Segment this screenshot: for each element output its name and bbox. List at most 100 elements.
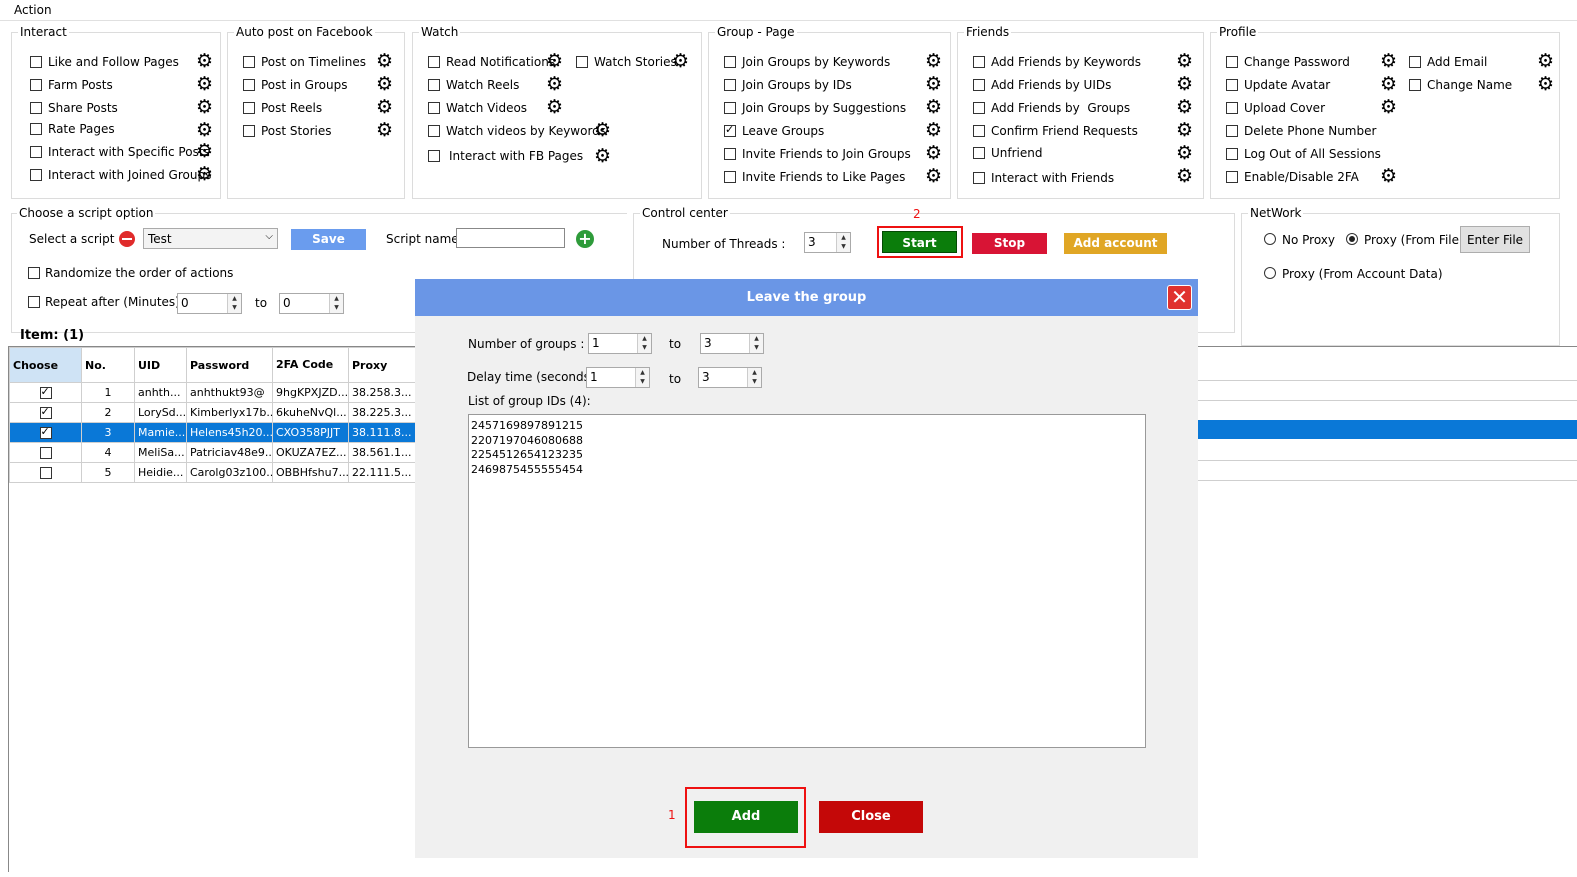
repeat-to-stepper[interactable]: 0 ▲ ▼ — [279, 293, 344, 314]
header-2fa-code[interactable]: 2FA Code — [272, 347, 349, 383]
gear-icon[interactable]: ⚙ — [196, 142, 213, 161]
logout-sessions-checkbox[interactable] — [1226, 148, 1238, 160]
confirm-requests-checkbox[interactable] — [973, 125, 985, 137]
interact-friends-checkbox[interactable] — [973, 172, 985, 184]
groups-from-stepper[interactable]: 1 ▲ ▼ — [588, 333, 652, 354]
gear-icon[interactable]: ⚙ — [376, 121, 393, 140]
interact-specific-posts-checkbox[interactable] — [30, 146, 42, 158]
leave-groups-checkbox[interactable] — [724, 123, 736, 137]
delay-to-stepper[interactable]: 3 ▲ ▼ — [698, 367, 762, 388]
add-button[interactable]: Add — [694, 801, 798, 833]
group-ids-textarea[interactable]: 2457169897891215 2207197046080688 225451… — [468, 414, 1146, 748]
gear-icon[interactable]: ⚙ — [1176, 144, 1193, 163]
add-friends-groups-checkbox[interactable] — [973, 102, 985, 114]
gear-icon[interactable]: ⚙ — [1380, 52, 1397, 71]
interact-joined-groups-checkbox[interactable] — [30, 169, 42, 181]
add-account-button[interactable]: Add account — [1064, 233, 1167, 254]
gear-icon[interactable]: ⚙ — [376, 52, 393, 71]
gear-icon[interactable]: ⚙ — [196, 52, 213, 71]
gear-icon[interactable]: ⚙ — [925, 75, 942, 94]
post-groups-checkbox[interactable] — [243, 79, 255, 91]
join-groups-keywords-checkbox[interactable] — [724, 56, 736, 68]
add-friends-uids-checkbox[interactable] — [973, 79, 985, 91]
gear-icon[interactable]: ⚙ — [1537, 52, 1554, 71]
close-icon[interactable]: ✕ — [1167, 285, 1192, 310]
join-groups-suggestions-checkbox[interactable] — [724, 102, 736, 114]
gear-icon[interactable]: ⚙ — [925, 144, 942, 163]
spin-arrows-icon[interactable]: ▲ ▼ — [747, 368, 761, 387]
gear-icon[interactable]: ⚙ — [925, 98, 942, 117]
gear-icon[interactable]: ⚙ — [1176, 98, 1193, 117]
watch-reels-checkbox[interactable] — [428, 79, 440, 91]
like-follow-pages-checkbox[interactable] — [30, 56, 42, 68]
row-checkbox[interactable] — [39, 447, 52, 459]
unfriend-checkbox[interactable] — [973, 147, 985, 159]
gear-icon[interactable]: ⚙ — [196, 98, 213, 117]
gear-icon[interactable]: ⚙ — [546, 98, 563, 117]
table-row-selected[interactable]: 3 Mamie... Helens45h20... CXO358PJJT 38.… — [9, 422, 416, 443]
row-checkbox[interactable] — [39, 467, 52, 479]
gear-icon[interactable]: ⚙ — [1176, 52, 1193, 71]
header-password[interactable]: Password — [186, 347, 273, 383]
gear-icon[interactable]: ⚙ — [196, 165, 213, 184]
spin-arrows-icon[interactable]: ▲ ▼ — [637, 334, 651, 353]
script-name-input[interactable] — [456, 228, 565, 248]
upload-cover-checkbox[interactable] — [1226, 102, 1238, 114]
gear-icon[interactable]: ⚙ — [376, 98, 393, 117]
invite-friends-pages-checkbox[interactable] — [724, 171, 736, 183]
remove-script-icon[interactable] — [119, 231, 135, 247]
start-button[interactable]: Start — [882, 231, 957, 253]
change-password-checkbox[interactable] — [1226, 56, 1238, 68]
enable-2fa-checkbox[interactable] — [1226, 171, 1238, 183]
post-timelines-checkbox[interactable] — [243, 56, 255, 68]
interact-fb-pages-checkbox[interactable] — [428, 150, 440, 162]
gear-icon[interactable]: ⚙ — [376, 75, 393, 94]
gear-icon[interactable]: ⚙ — [925, 52, 942, 71]
spin-arrows-icon[interactable]: ▲ ▼ — [329, 294, 343, 313]
watch-stories-checkbox[interactable] — [576, 56, 588, 68]
rate-pages-checkbox[interactable] — [30, 123, 42, 135]
table-row[interactable]: 1 anhth... anhthukt93@ 9hgKPXJZD... 38.2… — [9, 382, 416, 403]
gear-icon[interactable]: ⚙ — [546, 52, 563, 71]
proxy-file-radio[interactable] — [1346, 233, 1358, 245]
farm-posts-checkbox[interactable] — [30, 79, 42, 91]
join-groups-ids-checkbox[interactable] — [724, 79, 736, 91]
change-name-checkbox[interactable] — [1409, 79, 1421, 91]
spin-arrows-icon[interactable]: ▲ ▼ — [836, 233, 850, 252]
gear-icon[interactable]: ⚙ — [1176, 167, 1193, 186]
threads-stepper[interactable]: 3 ▲ ▼ — [804, 232, 851, 253]
gear-icon[interactable]: ⚙ — [672, 52, 689, 71]
gear-icon[interactable]: ⚙ — [925, 121, 942, 140]
header-proxy[interactable]: Proxy — [348, 347, 416, 383]
gear-icon[interactable]: ⚙ — [925, 167, 942, 186]
randomize-checkbox[interactable] — [28, 267, 40, 279]
stop-button[interactable]: Stop — [972, 233, 1047, 254]
invite-friends-groups-checkbox[interactable] — [724, 148, 736, 160]
gear-icon[interactable]: ⚙ — [594, 121, 611, 140]
spin-arrows-icon[interactable]: ▲ ▼ — [227, 294, 241, 313]
script-select[interactable]: Test ⌵ — [143, 228, 278, 249]
gear-icon[interactable]: ⚙ — [594, 147, 611, 166]
spin-arrows-icon[interactable]: ▲ ▼ — [635, 368, 649, 387]
update-avatar-checkbox[interactable] — [1226, 79, 1238, 91]
header-choose[interactable]: Choose — [9, 347, 82, 383]
add-friends-keywords-checkbox[interactable] — [973, 56, 985, 68]
add-script-icon[interactable]: + — [576, 230, 594, 248]
share-posts-checkbox[interactable] — [30, 102, 42, 114]
table-row[interactable]: 4 MeliSa... Patriciav48e9... OKUZA7EZ...… — [9, 442, 416, 463]
enter-file-button[interactable]: Enter File — [1460, 226, 1530, 253]
delete-phone-checkbox[interactable] — [1226, 125, 1238, 137]
gear-icon[interactable]: ⚙ — [196, 75, 213, 94]
gear-icon[interactable]: ⚙ — [546, 75, 563, 94]
gear-icon[interactable]: ⚙ — [1176, 121, 1193, 140]
spin-arrows-icon[interactable]: ▲ ▼ — [749, 334, 763, 353]
watch-videos-checkbox[interactable] — [428, 102, 440, 114]
save-button[interactable]: Save — [291, 229, 366, 250]
watch-videos-keywords-checkbox[interactable] — [428, 125, 440, 137]
row-checkbox[interactable] — [39, 405, 52, 419]
post-reels-checkbox[interactable] — [243, 102, 255, 114]
add-email-checkbox[interactable] — [1409, 56, 1421, 68]
table-row[interactable]: 5 Heidie... Carolg03z100... OBBHfshu7...… — [9, 462, 416, 483]
groups-to-stepper[interactable]: 3 ▲ ▼ — [700, 333, 764, 354]
gear-icon[interactable]: ⚙ — [1380, 167, 1397, 186]
